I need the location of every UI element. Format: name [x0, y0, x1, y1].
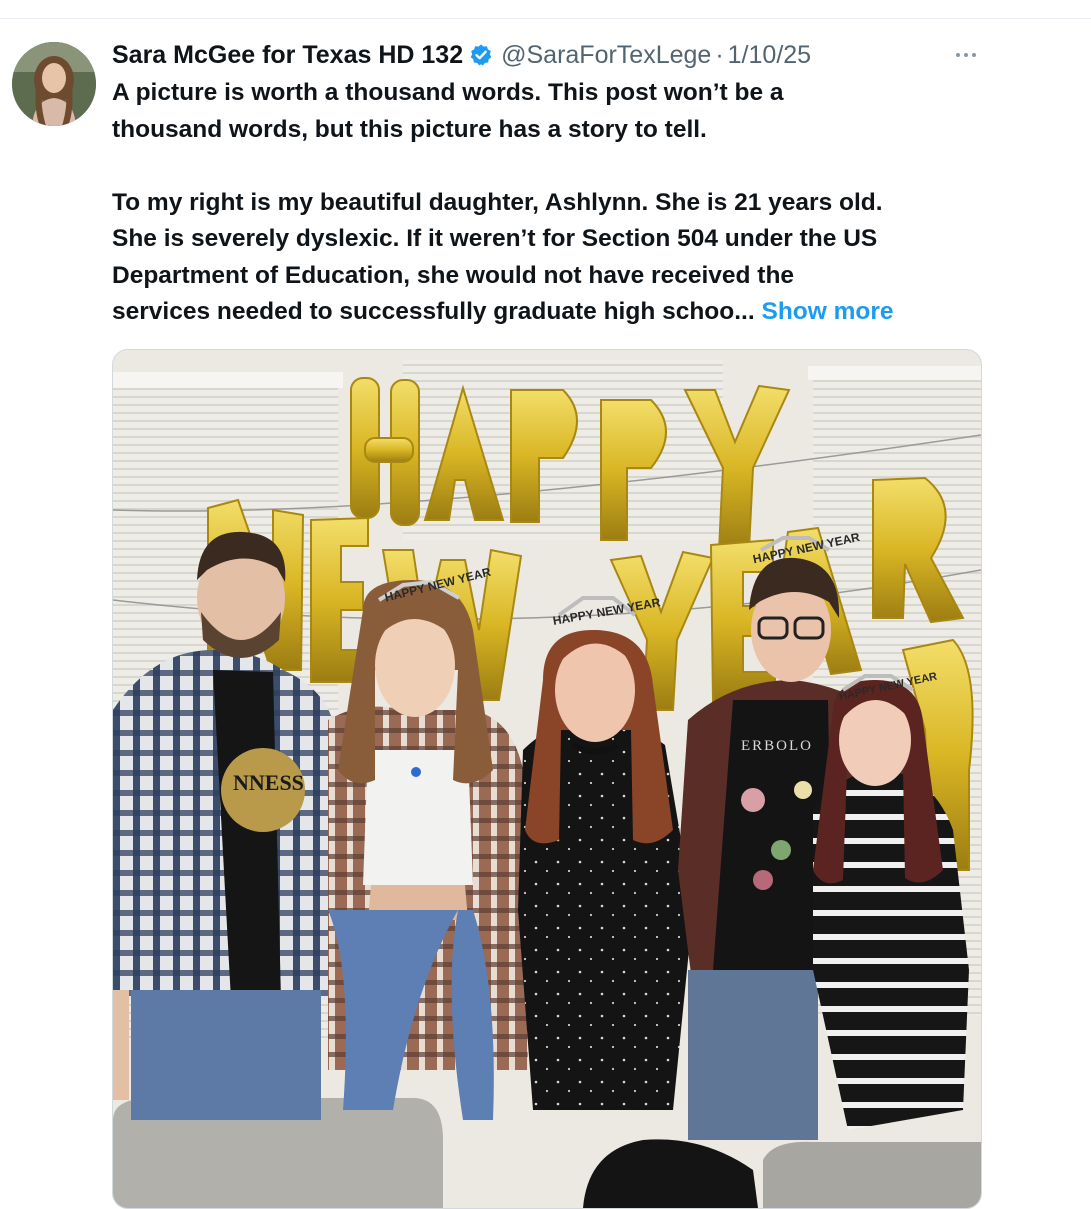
separator-dot: ·	[715, 40, 724, 69]
show-more-link[interactable]: Show more	[761, 298, 893, 325]
avatar[interactable]	[12, 42, 96, 126]
author-display-name[interactable]: Sara McGee for Texas HD 132	[112, 41, 463, 70]
post[interactable]: Sara McGee for Texas HD 132 @SaraForTexL…	[0, 19, 1091, 1209]
post-photo[interactable]: NNESS HAPPY NEW YEAR HAPPY NEW YEAR ERBO…	[112, 349, 982, 1209]
more-horizontal-icon	[956, 53, 960, 57]
post-date[interactable]: 1/10/25	[728, 41, 811, 70]
post-text-line: She is severely dyslexic. If it weren’t …	[112, 225, 878, 252]
post-header: Sara McGee for Texas HD 132 @SaraForTexL…	[112, 38, 972, 72]
post-text-line: thousand words, but this picture has a s…	[112, 115, 707, 143]
post-text-line: A picture is worth a thousand words. Thi…	[112, 79, 784, 106]
post-text-line: To my right is my beautiful daughter, As…	[112, 188, 883, 216]
paragraph-break	[112, 148, 992, 185]
post-text: A picture is worth a thousand words. Thi…	[112, 75, 992, 331]
post-text-line: Department of Education, she would not h…	[112, 261, 795, 289]
more-options-button[interactable]	[946, 43, 986, 67]
shirt-text-herbology: ERBOLO	[741, 738, 813, 754]
shirt-text-guinness: NNESS	[233, 770, 304, 795]
post-text-truncated: services needed to successfully graduate…	[112, 298, 755, 325]
verified-badge-icon	[469, 43, 493, 67]
author-handle[interactable]: @SaraForTexLege	[501, 41, 711, 70]
post-text-line-last: services needed to successfully graduate…	[112, 294, 992, 331]
